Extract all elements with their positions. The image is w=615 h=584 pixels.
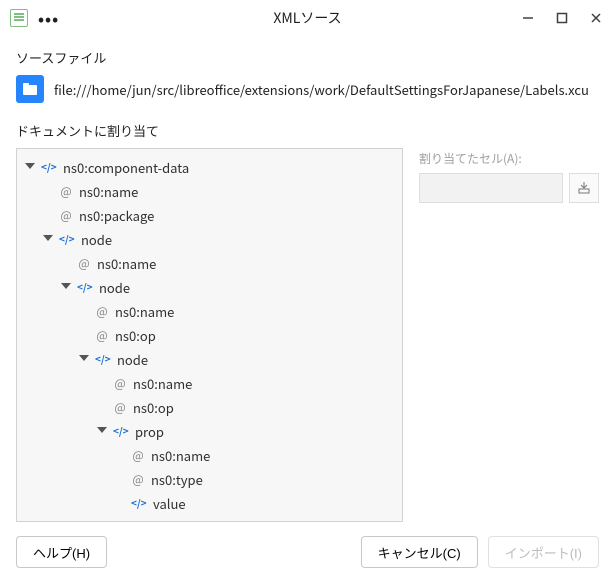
tree-attribute[interactable]: @ ns0:name (93, 371, 398, 395)
element-icon: </> (77, 280, 93, 294)
tree-node-label: ns0:name (133, 374, 192, 393)
expand-toggle[interactable] (41, 233, 53, 245)
attribute-icon: @ (59, 184, 73, 198)
file-browse-button[interactable] (16, 75, 44, 103)
source-file-label: ソースファイル (16, 48, 599, 67)
help-button[interactable]: ヘルプ(H) (16, 536, 107, 568)
expand-toggle[interactable] (95, 425, 107, 437)
tree-node-label: ns0:component-data (63, 158, 189, 177)
tree-attribute[interactable]: @ ns0:op (75, 323, 398, 347)
tree-element[interactable]: </> node (57, 275, 398, 299)
import-button[interactable]: インポート(I) (488, 536, 599, 568)
element-icon: </> (113, 424, 129, 438)
attribute-icon: @ (113, 400, 127, 414)
cancel-button[interactable]: キャンセル(C) (361, 536, 478, 568)
tree-node-label: ns0:package (79, 206, 154, 225)
svg-text:</>: </> (95, 352, 111, 366)
svg-text:</>: </> (113, 424, 129, 438)
svg-text:</>: </> (77, 280, 93, 294)
svg-text:</>: </> (41, 160, 57, 174)
tree-element[interactable]: </> ns0:component-data (21, 155, 398, 179)
menu-button[interactable]: ••• (38, 6, 59, 30)
cell-assign-pane: 割り当てたセル(A): (419, 148, 599, 522)
assigned-cell-label: 割り当てたセル(A): (419, 150, 599, 167)
expand-toggle[interactable] (77, 353, 89, 365)
tree-node-label: ns0:name (97, 254, 156, 273)
tree-node-label: ns0:name (151, 446, 210, 465)
tree-node-label: ns0:name (79, 182, 138, 201)
tree-node-label: ns0:op (133, 398, 174, 417)
attribute-icon: @ (59, 208, 73, 222)
dialog-button-bar: ヘルプ(H) キャンセル(C) インポート(I) (0, 522, 615, 584)
element-icon: </> (131, 496, 147, 510)
tree-element[interactable]: </> value (111, 491, 398, 515)
title-bar: ••• XMLソース (0, 0, 615, 36)
tree-node-label: ns0:op (115, 326, 156, 345)
attribute-icon: @ (131, 472, 145, 486)
tree-attribute[interactable]: @ ns0:name (39, 179, 398, 203)
svg-text:</>: </> (131, 496, 147, 510)
element-icon: </> (95, 352, 111, 366)
source-file-path: file:///home/jun/src/libreoffice/extensi… (54, 80, 589, 99)
app-icon (10, 9, 28, 27)
close-button[interactable] (587, 9, 605, 27)
assign-label: ドキュメントに割り当て (16, 121, 599, 140)
tree-attribute[interactable]: @ ns0:op (93, 395, 398, 419)
tree-node-label: prop (135, 422, 164, 441)
assigned-cell-input[interactable] (419, 173, 563, 203)
tree-element[interactable]: </> node (39, 227, 398, 251)
attribute-icon: @ (95, 304, 109, 318)
tree-node-label: node (81, 230, 112, 249)
tree-attribute[interactable]: @ ns0:name (111, 443, 398, 467)
attribute-icon: @ (131, 448, 145, 462)
source-file-row: file:///home/jun/src/libreoffice/extensi… (16, 75, 599, 103)
tree-attribute[interactable]: @ ns0:package (39, 203, 398, 227)
tree-node-label: node (99, 278, 130, 297)
maximize-button[interactable] (553, 9, 571, 27)
xml-tree[interactable]: </> ns0:component-data @ ns0:name @ ns0:pa… (16, 148, 403, 522)
attribute-icon: @ (95, 328, 109, 342)
tree-attribute[interactable]: @ ns0:type (111, 467, 398, 491)
svg-text:</>: </> (59, 232, 75, 246)
attribute-icon: @ (113, 376, 127, 390)
tree-element[interactable]: </> prop (93, 419, 398, 443)
tree-attribute[interactable]: @ ns0:name (57, 251, 398, 275)
attribute-icon: @ (77, 256, 91, 270)
tree-element[interactable]: </> node (75, 347, 398, 371)
element-icon: </> (41, 160, 57, 174)
tree-node-label: ns0:name (115, 302, 174, 321)
tree-node-label: node (117, 350, 148, 369)
expand-toggle[interactable] (23, 161, 35, 173)
tree-attribute[interactable]: @ ns0:name (75, 299, 398, 323)
tree-node-label: ns0:type (151, 470, 203, 489)
tree-node-label: value (153, 494, 186, 513)
shrink-reference-button[interactable] (569, 173, 599, 203)
minimize-button[interactable] (519, 9, 537, 27)
element-icon: </> (59, 232, 75, 246)
window-controls (519, 9, 605, 27)
expand-toggle[interactable] (59, 281, 71, 293)
